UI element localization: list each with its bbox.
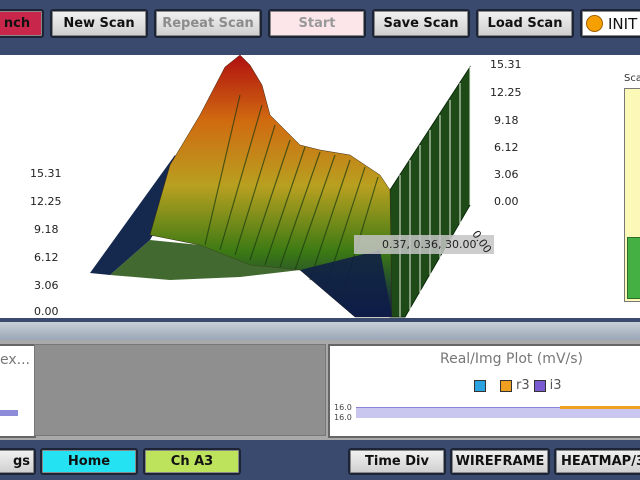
- save-scan-button[interactable]: Save Scan: [372, 9, 470, 38]
- side-panel-title: Sca: [624, 73, 640, 84]
- settings-button[interactable]: gs: [0, 448, 36, 475]
- start-button[interactable]: Start: [268, 9, 366, 38]
- z-tick-right-3: 6.12: [494, 141, 519, 154]
- scale-side-panel: Sca: [606, 55, 640, 318]
- home-button[interactable]: Home: [40, 448, 138, 475]
- y-label-bottom: 16.0: [334, 413, 352, 422]
- y-label-top: 16.0: [334, 403, 352, 412]
- realimg-plot-title: Real/Img Plot (mV/s): [440, 351, 583, 367]
- status-indicator: INIT: [580, 9, 640, 38]
- center-empty-panel: [34, 344, 326, 436]
- z-tick-left-4: 3.06: [34, 279, 59, 292]
- left-panel-title: ex...: [0, 352, 31, 368]
- realimg-trace-r3: [560, 406, 640, 409]
- legend-label-i3: i3: [549, 378, 562, 393]
- channel-button[interactable]: Ch A3: [143, 448, 241, 475]
- wireframe-button[interactable]: WIREFRAME: [450, 448, 550, 475]
- z-tick-right-1: 12.25: [490, 86, 522, 99]
- new-scan-button[interactable]: New Scan: [50, 9, 148, 38]
- repeat-scan-button[interactable]: Repeat Scan: [154, 9, 262, 38]
- z-tick-right-5: 0.00: [494, 195, 519, 208]
- status-label: INIT: [608, 14, 638, 33]
- z-tick-left-2: 9.18: [34, 223, 59, 236]
- scale-bar: [624, 88, 640, 302]
- load-scan-button[interactable]: Load Scan: [476, 9, 574, 38]
- scale-bar-fill: [627, 237, 640, 299]
- z-tick-left-5: 0.00: [34, 305, 59, 318]
- realimg-legend: r3 i3: [474, 378, 562, 393]
- z-tick-left-1: 12.25: [30, 195, 62, 208]
- realimg-plot-panel: Real/Img Plot (mV/s) r3 i3 16.0 16.0: [328, 344, 640, 438]
- time-div-button[interactable]: Time Div: [348, 448, 446, 475]
- z-tick-right-0: 15.31: [490, 58, 522, 71]
- z-tick-left-3: 6.12: [34, 251, 59, 264]
- z-tick-left-0: 15.31: [30, 167, 62, 180]
- launch-button[interactable]: nch: [0, 9, 44, 38]
- status-dot-icon: [586, 15, 603, 32]
- z-tick-right-2: 9.18: [494, 114, 519, 127]
- legend-swatch-icon: [474, 379, 486, 392]
- legend-label-r3: r3: [516, 378, 530, 393]
- legend-swatch-r3-icon: [500, 379, 512, 392]
- z-tick-right-4: 3.06: [494, 168, 519, 181]
- legend-swatch-i3-icon: [533, 379, 546, 392]
- left-mini-panel: ex...: [0, 344, 36, 438]
- panel-splitter[interactable]: [0, 322, 640, 340]
- heatmap-3d-button[interactable]: HEATMAP/3D: [554, 448, 640, 475]
- cursor-readout: 0.37, 0.36, 30.00: [382, 238, 476, 251]
